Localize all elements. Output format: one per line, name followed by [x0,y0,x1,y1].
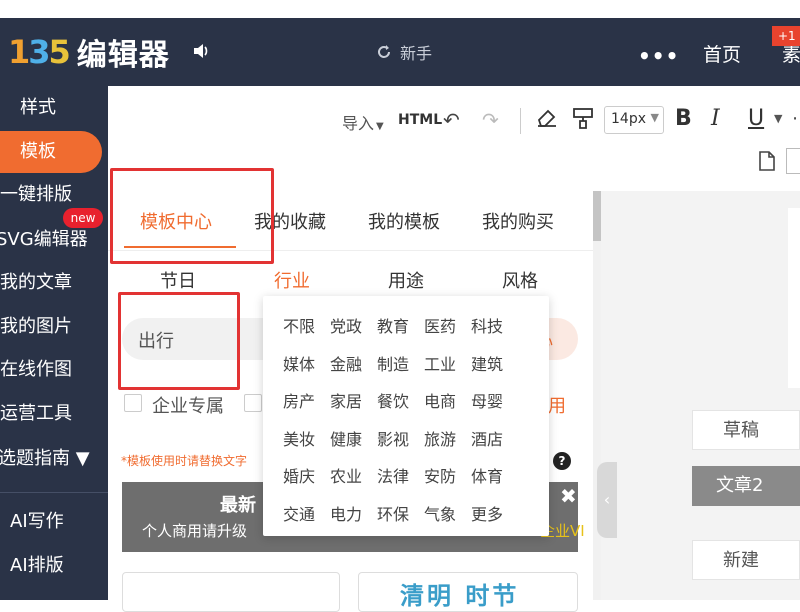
new-badge: new [63,208,103,228]
industry-option[interactable]: 医药 [424,313,456,337]
banner-title: 最新 [220,495,256,516]
document-icon[interactable] [758,150,776,177]
banner-subtitle: 个人商用请升级 [142,522,248,540]
industry-option[interactable]: 党政 [330,313,362,337]
sidebar-item-online-design[interactable]: 在线作图 [0,351,108,389]
app-logo[interactable]: 135 编辑器 [8,32,170,73]
html-button[interactable]: HTML [398,112,442,128]
bold-button[interactable]: B [675,106,692,131]
template-card[interactable] [122,572,340,612]
italic-button[interactable]: I [711,106,720,131]
industry-option[interactable]: 工业 [424,351,456,375]
template-notice: *模板使用时请替换文字 [121,454,248,468]
industry-option[interactable]: 影视 [377,426,409,450]
speaker-icon[interactable] [192,42,210,60]
industry-option[interactable]: 科技 [471,313,503,337]
undo-icon[interactable]: ↶ [443,108,460,132]
sidebar-item-my-articles[interactable]: 我的文章 [0,264,108,302]
industry-option[interactable]: 美妆 [283,426,315,450]
highlight-box-template-center [110,168,274,264]
industry-option[interactable]: 教育 [377,313,409,337]
sidebar-item-my-images[interactable]: 我的图片 [0,308,108,346]
industry-option[interactable]: 酒店 [471,426,503,450]
sidebar-item-topic-guide[interactable]: 选题指南 ▼ [0,440,106,478]
industry-option[interactable]: 安防 [424,463,456,487]
subtab-festival[interactable]: 节日 [160,267,196,293]
industry-option[interactable]: 农业 [330,463,362,487]
logo-mark: 135 [8,33,71,71]
industry-option[interactable]: 婚庆 [283,463,315,487]
chevron-down-icon[interactable]: ▼ [774,112,782,125]
underline-button[interactable]: U [748,106,764,131]
industry-option[interactable]: 环保 [377,501,409,525]
chevron-down-icon: ▼ [650,111,659,124]
subtab-usage[interactable]: 用途 [388,267,424,293]
more-tools-icon[interactable]: ⋯ [792,108,800,129]
industry-option[interactable]: 更多 [471,501,503,525]
close-icon[interactable]: ✖ [560,484,577,508]
sidebar-item-ai-layout[interactable]: AI排版 [10,547,118,585]
import-button[interactable]: 导入 ▼ [342,110,384,134]
collapse-panel-icon[interactable]: ‹ [597,462,617,538]
toolbar-separator [520,108,521,134]
sidebar-item-ops-tools[interactable]: 运营工具 [0,395,108,433]
industry-option[interactable]: 制造 [377,351,409,375]
enterprise-checkbox[interactable] [124,394,142,412]
filter-right-label[interactable]: 用 [548,392,566,418]
industry-option[interactable]: 气象 [424,501,456,525]
notification-badge: +1 [772,26,800,46]
industry-option[interactable]: 健康 [330,426,362,450]
industry-option[interactable]: 法律 [377,463,409,487]
industry-option[interactable]: 交通 [283,501,315,525]
redo-icon[interactable]: ↷ [482,108,499,132]
industry-option[interactable]: 房产 [283,388,315,412]
top-strip [0,0,800,18]
industry-option[interactable]: 旅游 [424,426,456,450]
sidebar-item-ai-writing[interactable]: AI写作 [10,503,118,541]
editor-canvas [601,191,800,600]
article2-button[interactable]: 文章2 [692,466,800,506]
chevron-down-icon: ▼ [376,121,384,132]
industry-option[interactable]: 电力 [330,501,362,525]
tab-my-purchases[interactable]: 我的购买 [482,208,554,234]
highlight-box-search [118,292,240,390]
tab-my-templates[interactable]: 我的模板 [368,208,440,234]
industry-option[interactable]: 家居 [330,388,362,412]
font-size-select[interactable]: 14px ▼ [604,106,664,134]
industry-option[interactable]: 不限 [283,313,315,337]
newbie-label: 新手 [400,44,433,63]
industry-option[interactable]: 建筑 [471,351,503,375]
industry-option[interactable]: 体育 [471,463,503,487]
subtab-industry[interactable]: 行业 [274,267,310,293]
enterprise-checkbox-label: 企业专属 [152,396,224,417]
industry-option[interactable]: 金融 [330,351,362,375]
editor-paper[interactable] [788,208,800,388]
font-size-value: 14px [611,111,646,127]
industry-option[interactable]: 餐饮 [377,388,409,412]
sidebar-divider [0,492,108,493]
newbie-guide[interactable]: 新手 [376,40,432,64]
import-label: 导入 [342,114,375,133]
page-thumbnail-icon[interactable] [786,148,800,174]
help-icon[interactable]: ? [553,452,571,470]
industry-option[interactable]: 母婴 [471,388,503,412]
draft-button[interactable]: 草稿 [692,410,800,450]
more-dots-icon[interactable]: ••• [638,44,679,68]
logo-text: 编辑器 [76,38,170,73]
industry-option[interactable]: 电商 [424,388,456,412]
subtab-style[interactable]: 风格 [502,267,538,293]
filter-checkbox[interactable] [244,394,262,412]
template-card-title: 清明 时节 [400,582,520,610]
eraser-icon[interactable] [535,106,559,133]
nav-home[interactable]: 首页 [703,40,741,67]
format-painter-icon[interactable] [572,106,594,135]
refresh-icon [378,45,390,58]
panel-scrollbar[interactable] [593,191,601,600]
new-article-button[interactable]: 新建 [692,540,800,580]
industry-option[interactable]: 媒体 [283,351,315,375]
scrollbar-thumb[interactable] [593,191,601,241]
